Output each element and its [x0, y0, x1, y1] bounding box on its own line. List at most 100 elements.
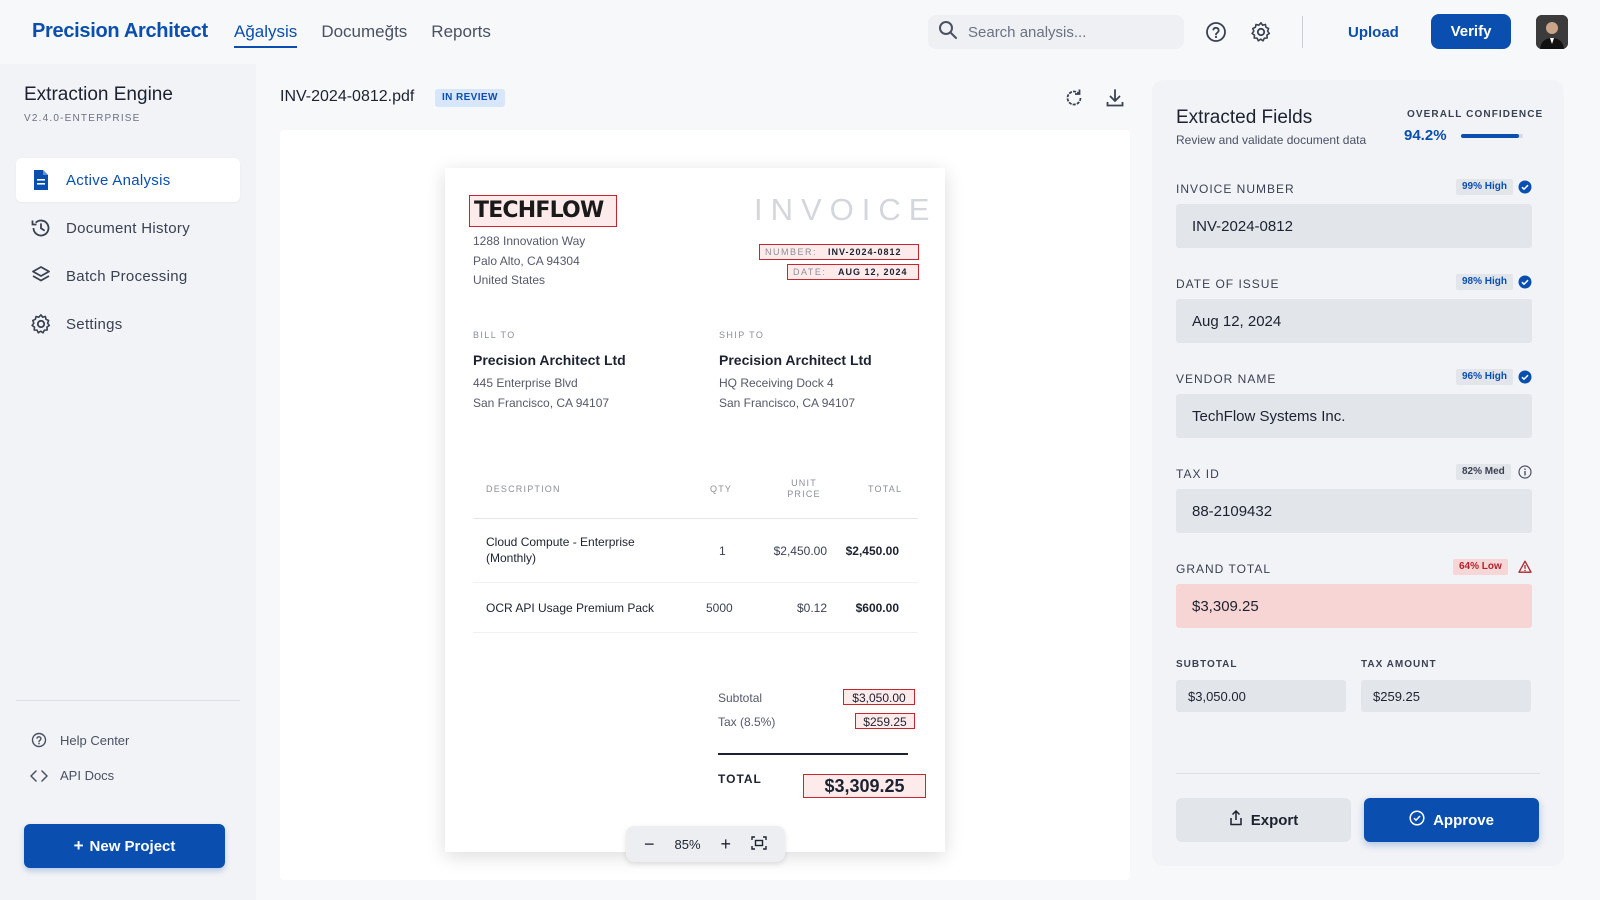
ship-to-line: HQ Receiving Dock 4	[719, 376, 834, 390]
new-project-button[interactable]: + New Project	[24, 824, 225, 868]
tab-reports[interactable]: Reports	[431, 0, 491, 64]
tax-id-field[interactable]	[1176, 489, 1532, 533]
line-item-unit-price: $0.12	[796, 601, 827, 615]
api-docs-link[interactable]: API Docs	[30, 768, 114, 783]
help-center-link[interactable]: Help Center	[30, 732, 129, 748]
info-icon	[1518, 465, 1532, 479]
sidebar-item-document-history[interactable]: Document History	[16, 206, 240, 250]
bill-to-label: BILL TO	[473, 330, 516, 340]
export-button[interactable]: Export	[1176, 798, 1351, 842]
gear-icon[interactable]	[1249, 20, 1273, 44]
check-circle-icon	[1518, 180, 1532, 194]
field-label: DATE OF ISSUE	[1176, 277, 1280, 291]
subtotal-label: Subtotal	[718, 691, 763, 705]
ship-to-name: Precision Architect Ltd	[719, 352, 872, 368]
new-project-label: New Project	[89, 838, 176, 855]
bill-to-name: Precision Architect Ltd	[473, 352, 626, 368]
sidebar-item-label: Document History	[66, 219, 191, 237]
tab-analysis[interactable]: Ağalysis	[234, 0, 298, 64]
confidence-badge: 96% High	[1456, 369, 1514, 385]
top-bar: Precision Architect Ağalysis Documeğts R…	[0, 0, 1600, 64]
warning-icon	[1518, 560, 1532, 574]
vendor-logo: TECHFLOW	[474, 198, 604, 223]
zoom-in-button[interactable]: +	[721, 834, 732, 855]
tax-value: $259.25	[863, 715, 907, 729]
sidebar-item-label: Active Analysis	[66, 171, 171, 189]
main-nav: Ağalysis Documeğts Reports	[234, 0, 515, 64]
column-header: QTY	[710, 484, 733, 494]
tab-documents-label: Documeğts	[321, 22, 408, 41]
table-divider	[473, 632, 918, 633]
help-icon[interactable]	[1204, 20, 1228, 44]
plus-icon: +	[73, 836, 84, 855]
sidebar-item-batch-processing[interactable]: Batch Processing	[16, 254, 240, 298]
sidebar: Extraction Engine V2.4.0-ENTERPRISE Acti…	[0, 64, 256, 900]
avatar[interactable]	[1536, 15, 1568, 49]
zoom-level: 85%	[674, 836, 701, 852]
extracted-fields-panel: Extracted Fields Review and validate doc…	[1152, 80, 1564, 866]
invoice-date: AUG 12, 2024	[838, 267, 908, 277]
grand-total-field[interactable]	[1176, 584, 1532, 628]
panel-subtitle: Review and validate document data	[1176, 133, 1367, 147]
confidence-badge: 64% Low	[1453, 559, 1508, 575]
invoice-number-label: NUMBER:	[765, 247, 818, 257]
toolbar-divider	[1302, 16, 1303, 48]
zoom-out-button[interactable]: −	[644, 834, 655, 855]
subtotal-field-label: SUBTOTAL	[1176, 659, 1238, 670]
field-label: INVOICE NUMBER	[1176, 182, 1295, 196]
date-of-issue-field[interactable]	[1176, 299, 1532, 343]
tax-label: Tax (8.5%)	[718, 715, 776, 729]
sidebar-item-active-analysis[interactable]: Active Analysis	[16, 158, 240, 202]
check-circle-icon	[1518, 275, 1532, 289]
tab-documents[interactable]: Documeğts	[321, 0, 407, 64]
confidence-value: 94.2%	[1404, 127, 1447, 144]
api-docs-label: API Docs	[60, 768, 115, 783]
line-item-qty: 1	[719, 544, 726, 558]
panel-divider	[1176, 773, 1540, 774]
table-divider	[473, 518, 918, 519]
field-label: VENDOR NAME	[1176, 372, 1277, 386]
sidebar-item-settings[interactable]: Settings	[16, 302, 240, 346]
zoom-controls: − 85% +	[626, 826, 785, 862]
layers-icon	[30, 265, 52, 287]
line-item-total: $600.00	[855, 601, 899, 615]
invoice-number: INV-2024-0812	[828, 247, 902, 257]
column-header: DESCRIPTION	[486, 484, 561, 494]
brand-logo[interactable]: Precision Architect	[32, 20, 208, 43]
sidebar-title: Extraction Engine	[24, 84, 173, 105]
help-center-label: Help Center	[60, 732, 130, 748]
sidebar-version: V2.4.0-ENTERPRISE	[24, 113, 141, 124]
subtotal-field[interactable]	[1176, 680, 1346, 712]
history-icon	[30, 217, 52, 239]
search-input[interactable]	[968, 23, 1168, 41]
bill-to-line: San Francisco, CA 94107	[473, 396, 610, 410]
search-box[interactable]	[928, 15, 1184, 49]
column-header: UNIT PRICE	[787, 478, 821, 499]
verify-button[interactable]: Verify	[1431, 14, 1511, 49]
tax-amount-field[interactable]	[1361, 680, 1531, 712]
panel-title: Extracted Fields	[1176, 107, 1313, 128]
fit-screen-icon[interactable]	[751, 835, 767, 853]
total-rule	[718, 753, 908, 755]
gear-icon	[30, 313, 52, 335]
upload-button[interactable]: Upload	[1336, 16, 1411, 48]
sidebar-divider	[16, 700, 240, 701]
document-icon	[30, 169, 52, 191]
status-badge: IN REVIEW	[435, 89, 505, 107]
approve-button[interactable]: Approve	[1364, 798, 1539, 842]
vendor-name-field[interactable]	[1176, 394, 1532, 438]
download-icon[interactable]	[1103, 86, 1127, 110]
check-circle-icon	[1518, 370, 1532, 384]
check-circle-icon	[1409, 810, 1425, 830]
rotate-icon[interactable]	[1062, 86, 1086, 110]
confidence-badge: 82% Med	[1456, 464, 1511, 480]
bill-to-line: 445 Enterprise Blvd	[473, 376, 578, 390]
line-item-total: $2,450.00	[845, 544, 899, 558]
column-header: TOTAL	[868, 484, 903, 494]
vendor-address-line: Palo Alto, CA 94304	[473, 254, 580, 268]
invoice-heading: INVOICE	[754, 192, 938, 227]
subtotal-value: $3,050.00	[852, 691, 906, 705]
vendor-address-line: 1288 Innovation Way	[473, 234, 586, 248]
invoice-number-field[interactable]	[1176, 204, 1532, 248]
vendor-address-line: United States	[473, 273, 546, 287]
